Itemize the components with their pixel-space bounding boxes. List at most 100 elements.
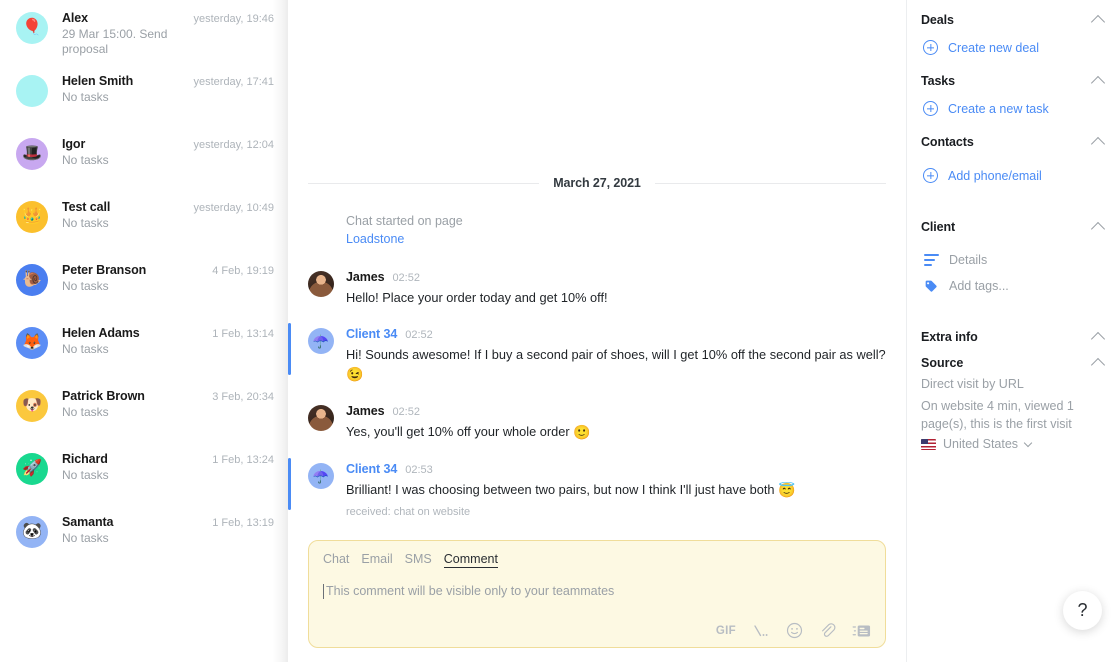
chat-message: ☂️ Client 34 02:53 Brilliant! I was choosin… <box>288 458 906 518</box>
chat-started-page-link[interactable]: Loadstone <box>346 230 886 248</box>
message-timestamp: 02:52 <box>392 272 420 284</box>
message-author: Client 34 <box>346 327 398 341</box>
client-section-header[interactable]: Client <box>921 213 1106 241</box>
comment-composer[interactable]: Chat Email SMS Comment This comment will be… <box>308 540 886 648</box>
avatar: 🚀 <box>16 453 48 485</box>
create-new-task-label: Create a new task <box>948 101 1049 116</box>
composer-tab-comment[interactable]: Comment <box>443 552 498 568</box>
contacts-section-header[interactable]: Contacts <box>921 128 1106 156</box>
chat-scroll-area[interactable]: March 27, 2021 Chat started on page Load… <box>288 0 906 540</box>
message-timestamp: 02:53 <box>405 464 433 476</box>
conversation-item[interactable]: 🚀 Richard No tasks 1 Feb, 13:24 <box>0 441 288 504</box>
message-emoji: 😇 <box>778 482 796 498</box>
avatar: ☂️ <box>308 463 334 489</box>
message-text-row: Hello! Place your order today and get 10… <box>346 288 886 307</box>
chat-message: James 02:52 Yes, you'll get 10% off your w… <box>288 404 906 442</box>
message-text: Hi! Sounds awesome! If I buy a second pa… <box>346 347 886 362</box>
add-phone-email-button[interactable]: Add phone/email <box>921 162 1106 189</box>
conversation-text: Richard No tasks <box>62 451 212 483</box>
conversation-text: Helen Adams No tasks <box>62 325 212 357</box>
source-country-row[interactable]: United States <box>921 437 1106 451</box>
client-section: Client Details Add tags... <box>921 213 1106 299</box>
deals-title: Deals <box>921 13 954 27</box>
deals-section-header[interactable]: Deals <box>921 6 1106 34</box>
conversation-item[interactable]: 🎈 Alex 29 Mar 15:00. Send proposal yesterda… <box>0 0 288 63</box>
conversation-item[interactable]: 🐼 Samanta No tasks 1 Feb, 13:19 <box>0 504 288 567</box>
message-delivery-meta: received: chat on website <box>346 506 471 518</box>
conversation-timestamp: yesterday, 10:49 <box>193 202 274 214</box>
conversation-text: Test call No tasks <box>62 199 193 231</box>
create-new-deal-button[interactable]: Create new deal <box>921 34 1106 61</box>
conversation-item[interactable]: Helen Smith No tasks yesterday, 17:41 <box>0 63 288 126</box>
chat-started-notice: Chat started on page Loadstone <box>288 212 906 248</box>
avatar: 🐼 <box>16 516 48 548</box>
canned-response-icon[interactable] <box>752 623 770 639</box>
message-header: Client 34 02:52 <box>346 327 886 341</box>
details-lines-icon <box>924 254 939 266</box>
message-content: Client 34 02:53 Brilliant! I was choosing … <box>346 462 886 518</box>
conversation-subtitle: No tasks <box>62 531 109 545</box>
create-new-task-button[interactable]: Create a new task <box>921 95 1106 122</box>
conversation-text: Helen Smith No tasks <box>62 73 193 105</box>
details-sidebar: Deals Create new deal Tasks Create a new… <box>906 0 1118 662</box>
help-button[interactable]: ? <box>1063 591 1102 630</box>
message-author: James <box>346 404 385 418</box>
message-content: Client 34 02:52 Hi! Sounds awesome! If I b… <box>346 327 886 384</box>
composer-tab-chat[interactable]: Chat <box>323 552 349 567</box>
message-header: James 02:52 <box>346 270 886 284</box>
extra-info-title: Extra info <box>921 330 978 344</box>
conversation-item[interactable]: 🎩 Igor No tasks yesterday, 12:04 <box>0 126 288 189</box>
conversation-item[interactable]: 🦊 Helen Adams No tasks 1 Feb, 13:14 <box>0 315 288 378</box>
conversation-timestamp: 1 Feb, 13:19 <box>212 517 274 529</box>
chevron-up-icon[interactable] <box>1090 136 1106 151</box>
chevron-up-icon[interactable] <box>1090 221 1106 236</box>
avatar <box>308 405 334 431</box>
create-new-deal-label: Create new deal <box>948 40 1040 55</box>
client-title: Client <box>921 220 956 234</box>
template-icon[interactable] <box>852 623 871 639</box>
add-tags-button[interactable]: Add tags... <box>921 273 1106 299</box>
message-text: Hello! Place your order today and get 10… <box>346 290 608 305</box>
message-content: James 02:52 Hello! Place your order today … <box>346 270 886 307</box>
composer-input-row[interactable]: This comment will be visible only to you… <box>323 583 871 622</box>
conversation-timestamp: 3 Feb, 20:34 <box>212 391 274 403</box>
conversation-text: Peter Branson No tasks <box>62 262 212 294</box>
composer-tab-sms[interactable]: SMS <box>405 552 432 567</box>
conversation-timestamp: 4 Feb, 19:19 <box>212 265 274 277</box>
composer-placeholder: This comment will be visible only to you… <box>326 584 615 598</box>
message-text: Brilliant! I was choosing between two pa… <box>346 482 775 497</box>
conversation-subtitle: No tasks <box>62 216 109 230</box>
attachment-icon[interactable] <box>819 622 836 639</box>
conversation-item[interactable]: 🐶 Patrick Brown No tasks 3 Feb, 20:34 <box>0 378 288 441</box>
message-author: Client 34 <box>346 462 398 476</box>
plus-circle-icon <box>923 40 938 55</box>
conversation-subtitle: No tasks <box>62 405 109 419</box>
conversation-subtitle: 29 Mar 15:00. Send proposal <box>62 27 168 56</box>
source-subsection-header[interactable]: Source <box>921 351 1106 375</box>
source-title: Source <box>921 356 964 370</box>
emoji-icon[interactable] <box>786 622 803 639</box>
message-header: James 02:52 <box>346 404 886 418</box>
add-phone-email-label: Add phone/email <box>948 168 1042 183</box>
chat-message: James 02:52 Hello! Place your order today … <box>288 270 906 307</box>
composer-tab-email[interactable]: Email <box>361 552 392 567</box>
gif-button[interactable]: GIF <box>716 625 736 637</box>
extra-info-section-header[interactable]: Extra info <box>921 323 1106 351</box>
client-details-button[interactable]: Details <box>921 247 1106 273</box>
chevron-up-icon[interactable] <box>1090 75 1106 90</box>
composer-wrapper: Chat Email SMS Comment This comment will be… <box>288 540 906 662</box>
chevron-up-icon[interactable] <box>1090 331 1106 346</box>
message-list: James 02:52 Hello! Place your order today … <box>288 270 906 518</box>
message-text-row: Brilliant! I was choosing between two pa… <box>346 480 886 500</box>
tasks-section-header[interactable]: Tasks <box>921 67 1106 95</box>
conversation-subtitle: No tasks <box>62 342 109 356</box>
conversation-item[interactable]: 👑 Test call No tasks yesterday, 10:49 <box>0 189 288 252</box>
chevron-up-icon[interactable] <box>1090 14 1106 29</box>
chevron-down-icon[interactable] <box>1023 438 1033 447</box>
deals-section: Deals Create new deal <box>921 6 1106 61</box>
conversation-item[interactable]: 🐌 Peter Branson No tasks 4 Feb, 19:19 <box>0 252 288 315</box>
conversation-subtitle: No tasks <box>62 90 109 104</box>
conversation-timestamp: 1 Feb, 13:14 <box>212 328 274 340</box>
chevron-up-icon[interactable] <box>1090 357 1106 372</box>
tag-icon <box>924 279 939 293</box>
